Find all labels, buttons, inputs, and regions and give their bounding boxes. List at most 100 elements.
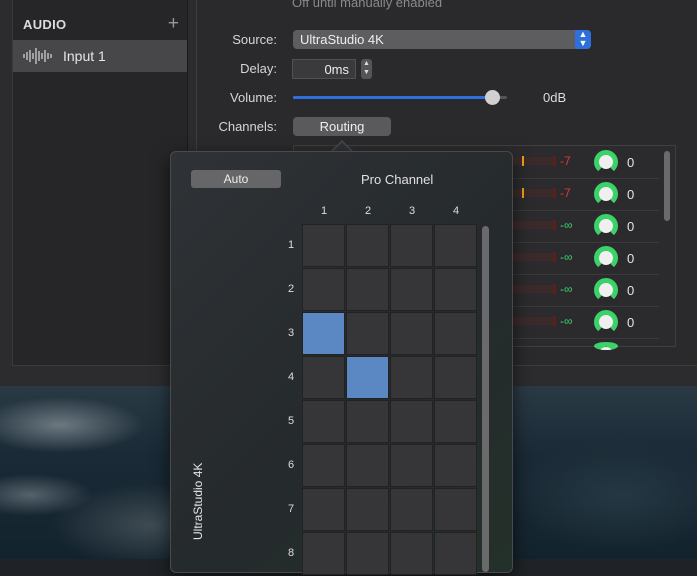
matrix-cell[interactable] bbox=[346, 224, 389, 267]
channel-level: -7 bbox=[560, 154, 571, 168]
matrix-cell[interactable] bbox=[390, 488, 433, 531]
channels-scrollbar[interactable] bbox=[664, 151, 670, 221]
meter-clip-indicator bbox=[553, 284, 556, 294]
source-label: Source: bbox=[232, 32, 277, 47]
source-select[interactable]: UltraStudio 4K ▲ ▼ bbox=[293, 30, 591, 49]
matrix-cell[interactable] bbox=[302, 532, 345, 575]
matrix-cell[interactable] bbox=[434, 268, 477, 311]
matrix-cell[interactable] bbox=[302, 356, 345, 399]
channel-level: -∞ bbox=[560, 250, 573, 264]
delay-value: 0ms bbox=[324, 62, 349, 77]
matrix-row-label: 7 bbox=[287, 503, 295, 515]
matrix-cell[interactable] bbox=[302, 488, 345, 531]
meter-clip-indicator bbox=[553, 156, 556, 166]
matrix-cell[interactable] bbox=[346, 400, 389, 443]
gain-knob[interactable] bbox=[594, 278, 618, 302]
add-input-button[interactable]: + bbox=[168, 13, 179, 35]
matrix-cell[interactable] bbox=[302, 444, 345, 487]
volume-value: 0dB bbox=[543, 90, 567, 105]
matrix-column-label: 4 bbox=[452, 205, 460, 217]
gain-value: 0 bbox=[627, 251, 635, 266]
matrix-row-label: 4 bbox=[287, 371, 295, 383]
matrix-cell[interactable] bbox=[390, 532, 433, 575]
channels-label: Channels: bbox=[218, 119, 277, 134]
gain-value: 0 bbox=[627, 219, 635, 234]
matrix-cell[interactable] bbox=[302, 400, 345, 443]
matrix-row-label: 5 bbox=[287, 415, 295, 427]
matrix-cell[interactable] bbox=[346, 532, 389, 575]
matrix-cell[interactable] bbox=[390, 268, 433, 311]
volume-label: Volume: bbox=[230, 90, 277, 105]
gain-knob[interactable] bbox=[594, 342, 618, 350]
matrix-row-label: 1 bbox=[287, 239, 295, 251]
matrix-cell[interactable] bbox=[302, 312, 345, 355]
channel-level: -∞ bbox=[560, 314, 573, 328]
matrix-cell[interactable] bbox=[302, 224, 345, 267]
gain-knob[interactable] bbox=[594, 310, 618, 334]
volume-slider-fill bbox=[293, 96, 493, 99]
auto-button[interactable]: Auto bbox=[191, 170, 281, 188]
gain-knob[interactable] bbox=[594, 214, 618, 238]
matrix-cell[interactable] bbox=[346, 268, 389, 311]
matrix-cell[interactable] bbox=[434, 488, 477, 531]
meter-peak bbox=[522, 156, 524, 166]
sidebar-item-input-1[interactable]: Input 1 bbox=[13, 40, 187, 72]
gain-knob[interactable] bbox=[594, 150, 618, 174]
gain-knob[interactable] bbox=[594, 246, 618, 270]
matrix-row-label: 8 bbox=[287, 547, 295, 559]
routing-scrollbar[interactable] bbox=[482, 226, 489, 572]
matrix-cell[interactable] bbox=[434, 532, 477, 575]
channel-level: -∞ bbox=[560, 218, 573, 232]
matrix-cell[interactable] bbox=[390, 356, 433, 399]
sidebar-item-label: Input 1 bbox=[63, 48, 106, 64]
gain-value: 0 bbox=[627, 155, 635, 170]
meter-clip-indicator bbox=[553, 252, 556, 262]
sidebar-header: AUDIO + bbox=[13, 12, 187, 38]
matrix-cell[interactable] bbox=[390, 444, 433, 487]
waveform-icon bbox=[23, 48, 52, 64]
status-text: Off until manually enabled bbox=[292, 0, 443, 10]
matrix-cell[interactable] bbox=[346, 312, 389, 355]
gain-value: 0 bbox=[627, 283, 635, 298]
gain-value: 0 bbox=[627, 315, 635, 330]
gain-knob[interactable] bbox=[594, 182, 618, 206]
sidebar-section-title: AUDIO bbox=[23, 17, 67, 32]
routing-title: Pro Channel bbox=[361, 172, 434, 187]
meter-clip-indicator bbox=[553, 316, 556, 326]
matrix-cell[interactable] bbox=[434, 356, 477, 399]
source-value: UltraStudio 4K bbox=[300, 32, 384, 47]
matrix-cell[interactable] bbox=[346, 488, 389, 531]
meter-clip-indicator bbox=[553, 188, 556, 198]
volume-slider-track[interactable] bbox=[293, 96, 507, 99]
matrix-column-label: 1 bbox=[320, 205, 328, 217]
device-label: UltraStudio 4K bbox=[191, 462, 205, 540]
channel-level: -∞ bbox=[560, 282, 573, 296]
delay-field[interactable]: 0ms bbox=[292, 59, 356, 79]
matrix-cell[interactable] bbox=[434, 224, 477, 267]
gain-value: 0 bbox=[627, 187, 635, 202]
matrix-column-label: 3 bbox=[408, 205, 416, 217]
meter-peak bbox=[522, 188, 524, 198]
matrix-row-label: 3 bbox=[287, 327, 295, 339]
channel-level: -7 bbox=[560, 186, 571, 200]
sidebar: AUDIO + Input 1 bbox=[12, 0, 188, 366]
matrix-cell[interactable] bbox=[434, 400, 477, 443]
matrix-row-label: 2 bbox=[287, 283, 295, 295]
matrix-cell[interactable] bbox=[434, 444, 477, 487]
routing-matrix bbox=[302, 224, 478, 576]
matrix-cell[interactable] bbox=[390, 224, 433, 267]
matrix-cell[interactable] bbox=[302, 268, 345, 311]
meter-clip-indicator bbox=[553, 220, 556, 230]
matrix-cell[interactable] bbox=[390, 400, 433, 443]
matrix-cell[interactable] bbox=[390, 312, 433, 355]
matrix-cell[interactable] bbox=[434, 312, 477, 355]
matrix-row-label: 6 bbox=[287, 459, 295, 471]
matrix-cell[interactable] bbox=[346, 444, 389, 487]
routing-popover: Auto Pro Channel 1 2 3 4 1 2 3 4 5 6 7 8 UltraStud… bbox=[170, 151, 513, 576]
delay-stepper[interactable]: ▲ ▼ bbox=[361, 59, 372, 79]
select-arrows-icon: ▲ ▼ bbox=[575, 30, 591, 49]
routing-button[interactable]: Routing bbox=[293, 117, 391, 136]
volume-slider-knob[interactable] bbox=[485, 90, 501, 105]
matrix-column-label: 2 bbox=[364, 205, 372, 217]
matrix-cell[interactable] bbox=[346, 356, 389, 399]
